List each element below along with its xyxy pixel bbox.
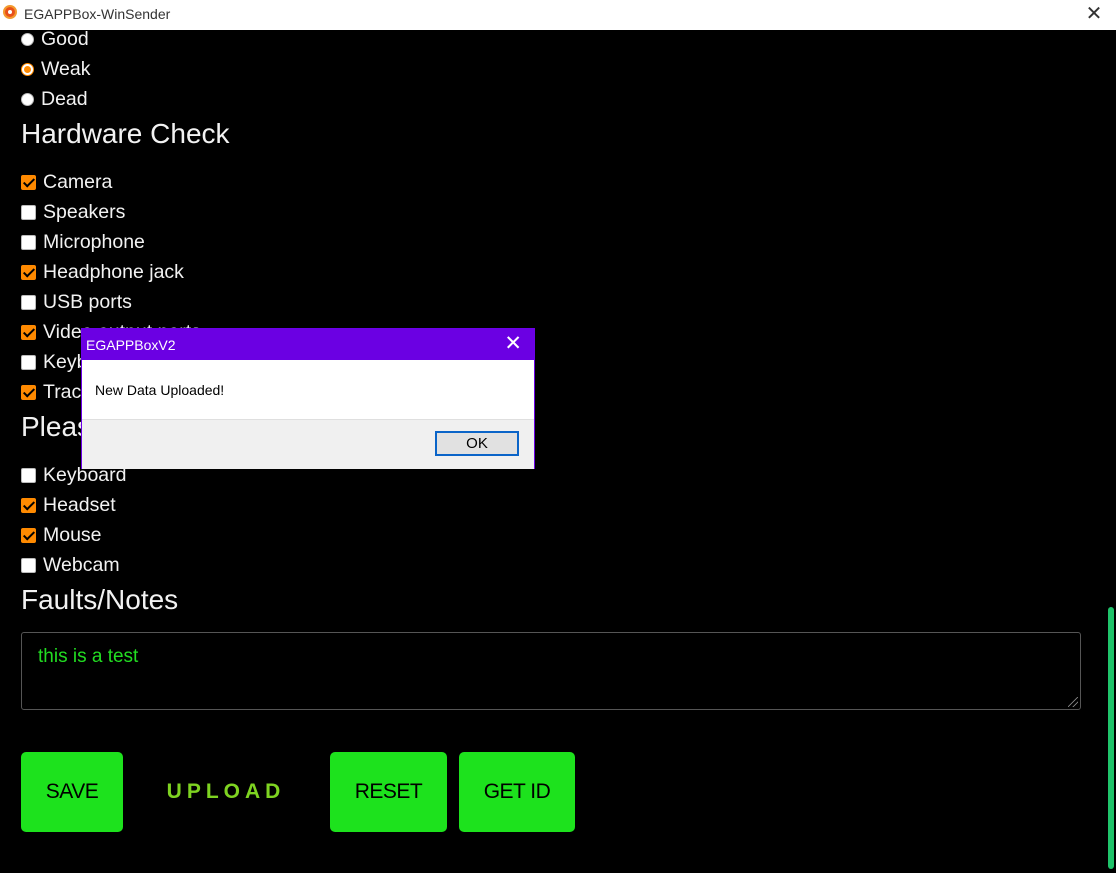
checkbox-label: Headphone jack — [43, 260, 184, 283]
save-button[interactable]: SAVE — [21, 752, 123, 832]
checkbox-label: Headset — [43, 493, 116, 516]
checkbox-checked[interactable] — [21, 174, 36, 190]
dialog-message: New Data Uploaded! — [95, 382, 225, 398]
checkbox-headset[interactable]: Headset — [21, 493, 116, 517]
checkbox-checked[interactable] — [21, 384, 36, 400]
radio-option-dead[interactable]: Dead — [21, 87, 88, 111]
checkbox-label: USB ports — [43, 290, 132, 313]
dialog-titlebar: EGAPPBoxV2 ✕ — [82, 329, 534, 360]
checkbox[interactable] — [21, 354, 36, 370]
checkbox-mouse[interactable]: Mouse — [21, 523, 102, 547]
upload-button[interactable]: UPLOAD — [150, 752, 302, 832]
checkbox-checked[interactable] — [21, 324, 36, 340]
checkbox[interactable] — [21, 204, 36, 220]
radio-option-good[interactable]: Good — [21, 30, 89, 51]
checkbox-usb-ports[interactable]: USB ports — [21, 290, 132, 314]
checkbox-label: Camera — [43, 170, 113, 193]
checkbox-label: Microphone — [43, 230, 145, 253]
app-logo-icon — [3, 5, 17, 19]
checkbox[interactable] — [21, 294, 36, 310]
dialog-title: EGAPPBoxV2 — [86, 337, 176, 353]
dialog-footer: OK — [82, 419, 534, 469]
checkbox-speakers[interactable]: Speakers — [21, 200, 125, 224]
window-close-icon[interactable]: ✕ — [1084, 3, 1104, 25]
notes-text: this is a test — [38, 646, 139, 667]
radio-button[interactable] — [21, 92, 34, 106]
checkbox-checked[interactable] — [21, 497, 36, 513]
resize-grip-icon[interactable] — [1068, 697, 1078, 707]
checkbox-headphone-jack[interactable]: Headphone jack — [21, 260, 184, 284]
checkbox-microphone[interactable]: Microphone — [21, 230, 145, 254]
checkbox-checked[interactable] — [21, 264, 36, 280]
radio-button-selected[interactable] — [21, 62, 34, 76]
get-id-button[interactable]: GET ID — [459, 752, 575, 832]
checkbox-checked[interactable] — [21, 527, 36, 543]
radio-option-weak[interactable]: Weak — [21, 57, 91, 81]
message-dialog: EGAPPBoxV2 ✕ New Data Uploaded! OK — [81, 328, 535, 469]
dialog-close-icon[interactable]: ✕ — [504, 332, 522, 356]
radio-label: Weak — [41, 57, 91, 80]
faults-notes-heading: Faults/Notes — [21, 584, 179, 615]
checkbox[interactable] — [21, 467, 36, 483]
checkbox-camera[interactable]: Camera — [21, 170, 112, 194]
ok-button[interactable]: OK — [435, 431, 519, 456]
checkbox-label: Webcam — [43, 553, 120, 576]
reset-button[interactable]: RESET — [330, 752, 447, 832]
radio-label: Good — [41, 30, 89, 50]
checkbox-label: Mouse — [43, 523, 102, 546]
hardware-check-heading: Hardware Check — [21, 118, 230, 149]
radio-button[interactable] — [21, 32, 34, 46]
window-titlebar: EGAPPBox-WinSender ✕ — [0, 0, 1116, 30]
window-title: EGAPPBox-WinSender — [24, 6, 171, 22]
checkbox[interactable] — [21, 234, 36, 250]
checkbox-webcam[interactable]: Webcam — [21, 553, 120, 577]
scrollbar-thumb[interactable] — [1108, 607, 1114, 869]
radio-label: Dead — [41, 87, 88, 110]
notes-textarea[interactable]: this is a test — [21, 632, 1081, 710]
checkbox-label: Speakers — [43, 200, 126, 223]
checkbox[interactable] — [21, 557, 36, 573]
